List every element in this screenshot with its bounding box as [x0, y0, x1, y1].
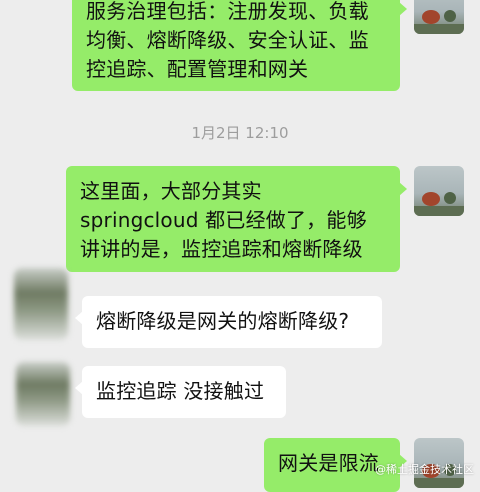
message-text: 网关是限流	[278, 451, 379, 475]
avatar-ground-shape	[414, 24, 464, 34]
avatar-tree-shape	[444, 192, 456, 204]
message-bubble-theirs[interactable]: 监控追踪 没接触过	[75, 366, 286, 418]
avatar-tree-shape	[444, 10, 456, 22]
message-bubble-theirs[interactable]: 熔断降级是网关的熔断降级?	[75, 296, 382, 348]
avatar-ground-shape	[414, 206, 464, 216]
watermark: @稀土掘金技术社区	[375, 463, 474, 476]
self-avatar[interactable]	[414, 166, 464, 216]
contact-avatar[interactable]	[14, 268, 68, 340]
contact-avatar[interactable]	[16, 362, 70, 426]
message-text: 熔断降级是网关的熔断降级?	[96, 309, 350, 333]
message-text: 服务治理包括：注册发现、负载均衡、熔断降级、安全认证、监控追踪、配置管理和网关	[86, 0, 369, 81]
message-bubble-mine[interactable]: 这里面，大部分其实 springcloud 都已经做了，能够讲讲的是，监控追踪和…	[66, 166, 407, 272]
chat-timestamp: 1月2日 12:10	[191, 124, 289, 142]
avatar-tree-shape	[422, 192, 440, 206]
message-bubble-mine[interactable]: 服务治理包括：注册发现、负载均衡、熔断降级、安全认证、监控追踪、配置管理和网关	[72, 0, 407, 91]
avatar-tree-shape	[422, 10, 440, 24]
self-avatar[interactable]	[414, 0, 464, 34]
message-text: 这里面，大部分其实 springcloud 都已经做了，能够讲讲的是，监控追踪和…	[80, 179, 367, 261]
message-text: 监控追踪 没接触过	[96, 379, 265, 403]
